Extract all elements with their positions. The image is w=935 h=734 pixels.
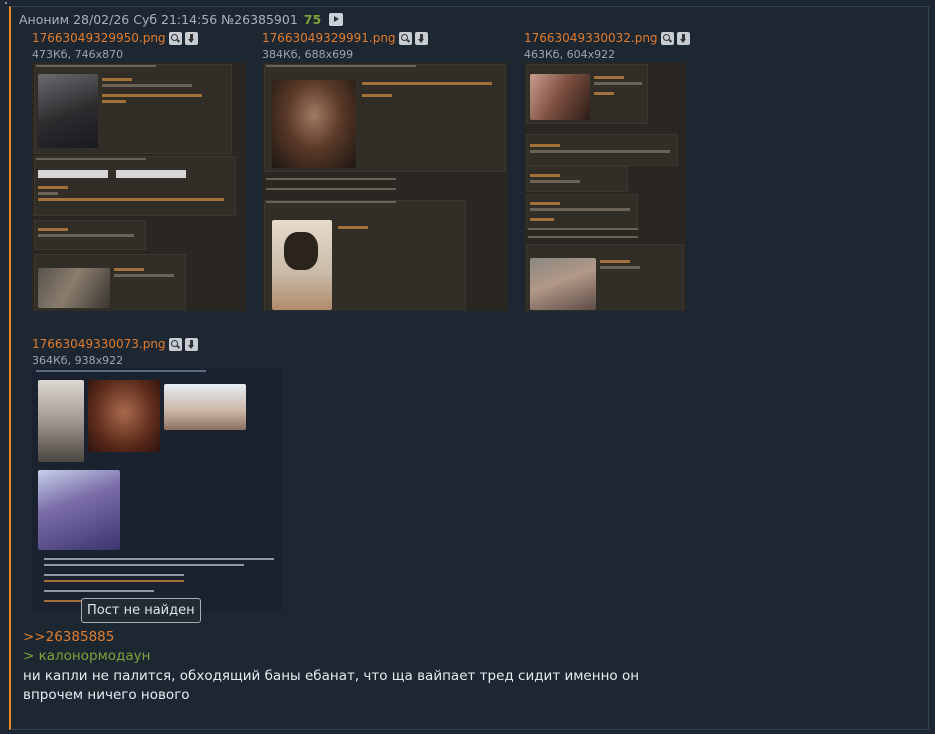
file-4: 17663049330073.png 364Кб, 938x922 [32,337,198,367]
post-not-found-tooltip: Пост не найден [81,598,201,623]
file-3-meta: 463Кб, 604x922 [524,48,616,61]
post-author: Аноним [19,12,70,27]
play-icon[interactable] [329,13,344,26]
download-icon[interactable] [676,31,690,45]
post-header: Аноним 28/02/26 Суб 21:14:56 №26385901 7… [19,12,344,27]
file-2: 17663049329991.png 384Кб, 688x699 [262,31,428,61]
corner-marker [5,2,7,4]
message-body: ни капли не палится, обходящий баны ебан… [23,667,639,705]
download-icon[interactable] [414,31,428,45]
file-2-name[interactable]: 17663049329991.png [262,31,396,45]
reply-link[interactable]: >>26385885 [23,629,114,645]
message-line: впрочем ничего нового [23,687,190,703]
file-2-meta: 384Кб, 688x699 [262,48,354,61]
search-icon[interactable] [168,31,182,45]
download-icon[interactable] [184,31,198,45]
message-line: ни капли не палится, обходящий баны ебан… [23,668,640,684]
search-icon[interactable] [660,31,674,45]
file-4-name[interactable]: 17663049330073.png [32,337,166,351]
reply-count[interactable]: 75 [304,12,321,27]
download-icon[interactable] [184,337,198,351]
file-3-thumbnail[interactable] [524,62,686,311]
search-icon[interactable] [398,31,412,45]
post-date: 28/02/26 Суб 21:14:56 [73,12,218,27]
file-1-name[interactable]: 17663049329950.png [32,31,166,45]
file-3: 17663049330032.png 463Кб, 604x922 [524,31,690,61]
file-3-name[interactable]: 17663049330032.png [524,31,658,45]
file-4-meta: 364Кб, 938x922 [32,354,124,367]
post-number[interactable]: №26385901 [221,12,298,27]
greentext-quote: > калонормодаун [23,648,151,664]
file-2-thumbnail[interactable] [262,62,508,311]
file-1: 17663049329950.png 473Кб, 746x870 [32,31,198,61]
file-1-meta: 473Кб, 746x870 [32,48,124,61]
file-1-thumbnail[interactable] [32,62,246,311]
search-icon[interactable] [168,337,182,351]
file-4-thumbnail[interactable] [32,368,282,611]
